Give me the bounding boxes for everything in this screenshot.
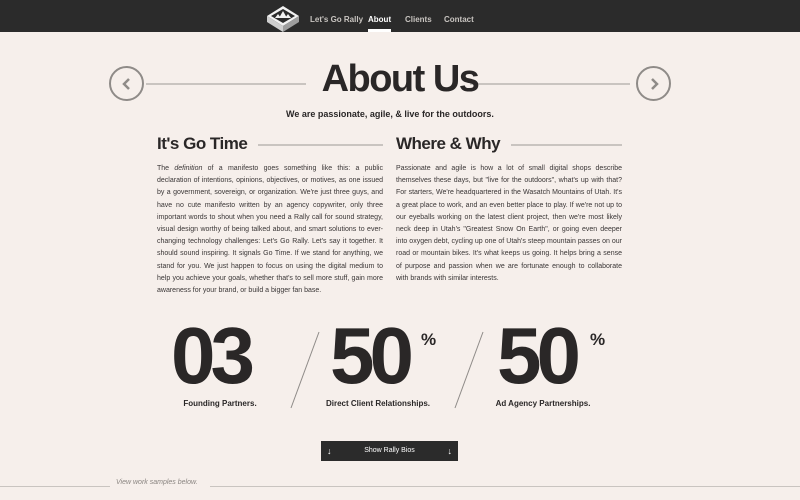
stat-divider-2	[454, 331, 484, 409]
stat-ad-agency-value: 50	[497, 311, 581, 400]
left-heading-rule	[258, 144, 383, 146]
rally-logo-icon[interactable]	[264, 2, 302, 40]
stat-founding-partners-value: 03	[171, 311, 255, 400]
nav-about[interactable]: About	[368, 0, 392, 32]
left-column-text: The definition of a manifesto goes somet…	[157, 165, 383, 295]
page-tagline: We are passionate, agile, & live for the…	[286, 109, 494, 119]
top-nav-bar: Let's Go Rally About Clients Contact	[0, 0, 800, 32]
stat-founding-partners-label: Founding Partners.	[183, 399, 257, 408]
show-rally-bios-button[interactable]: ↓ Show Rally Bios ↓	[321, 441, 458, 461]
stat-ad-agency-label: Ad Agency Partnerships.	[495, 399, 591, 408]
left-column-heading: It's Go Time	[157, 134, 248, 153]
stat-divider-1	[290, 331, 320, 409]
arrow-down-icon: ↓	[327, 446, 332, 456]
right-column-text: Passionate and agile is how a lot of sma…	[396, 165, 622, 282]
footer-rule-right	[210, 486, 800, 487]
nav-lets-go-rally[interactable]: Let's Go Rally	[310, 0, 363, 32]
show-rally-bios-label: Show Rally Bios	[364, 447, 415, 454]
stat-direct-client-value: 50	[330, 311, 414, 400]
stat-direct-client-label: Direct Client Relationships.	[325, 399, 431, 408]
stat-ad-agency-percent: %	[590, 330, 606, 349]
right-column-heading: Where & Why	[396, 134, 501, 153]
nav-clients[interactable]: Clients	[405, 0, 432, 32]
right-heading-rule	[511, 144, 622, 146]
stat-direct-client-percent: %	[421, 330, 437, 349]
view-work-samples-label[interactable]: View work samples below.	[116, 479, 198, 486]
footer-rule-left	[0, 486, 110, 487]
page-title: About Us	[321, 58, 480, 100]
nav-contact[interactable]: Contact	[444, 0, 474, 32]
arrow-down-icon: ↓	[447, 446, 453, 456]
